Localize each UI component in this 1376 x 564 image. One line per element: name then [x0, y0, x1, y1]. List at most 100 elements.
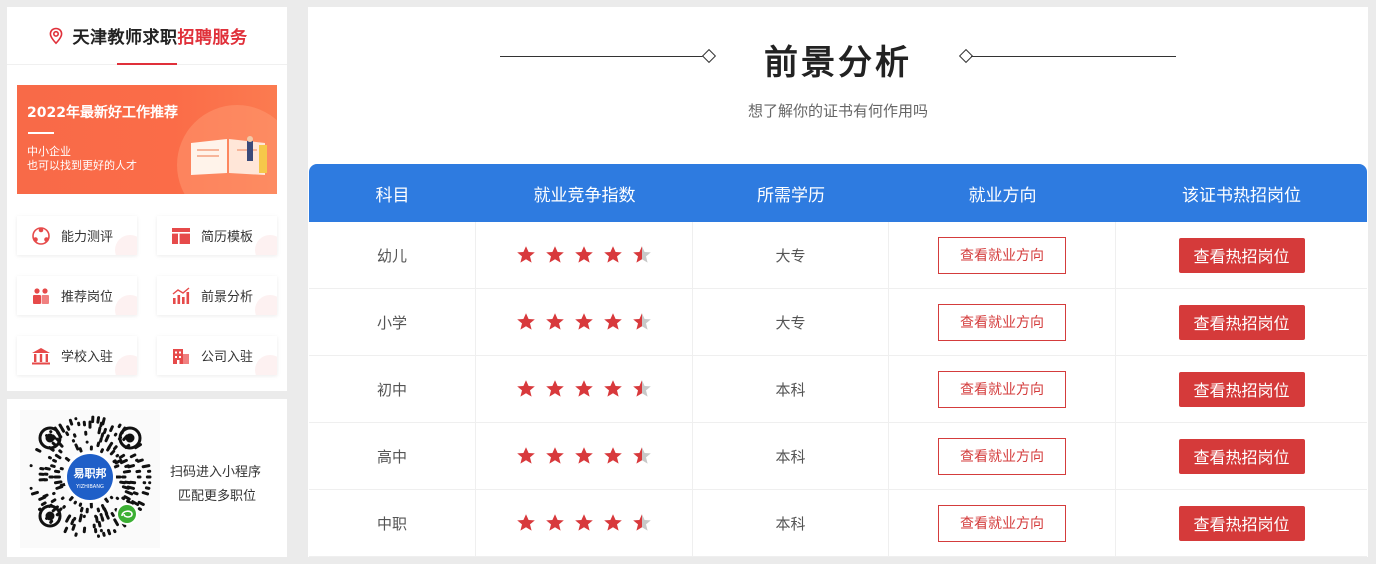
direction-cell: 查看就业方向 [889, 356, 1116, 422]
star-full-icon [604, 246, 622, 263]
miniprogram-qr-code[interactable]: 易职邦 YIZHIBANG [20, 410, 160, 548]
resume-template-label: 简历模板 [201, 230, 254, 245]
view-hot-jobs-button[interactable]: 查看热招岗位 [1178, 438, 1305, 474]
subject-cell: 高中 [309, 423, 476, 489]
education-cell: 大专 [693, 222, 889, 288]
education-text: 本科 [775, 447, 806, 466]
ability-test-label: 能力测评 [61, 230, 114, 245]
table-row: 中职 本科 查看就业方向 查看热招岗位 [309, 490, 1367, 557]
view-direction-button[interactable]: 查看就业方向 [938, 236, 1066, 274]
education-text: 大专 [775, 246, 806, 265]
prospect-analysis-section: 前景分析 想了解你的证书有何作用吗 科目 就业竞争指数 所需学历 就业方向 该证… [308, 7, 1368, 557]
hot-jobs-cell: 查看热招岗位 [1116, 356, 1367, 422]
view-hot-jobs-button[interactable]: 查看热招岗位 [1178, 237, 1305, 273]
star-rating [516, 513, 652, 533]
competition-index-cell [476, 289, 693, 355]
star-rating [516, 379, 652, 399]
star-full-icon [604, 380, 622, 397]
view-hot-jobs-button[interactable]: 查看热招岗位 [1178, 371, 1305, 407]
view-direction-button[interactable]: 查看就业方向 [938, 504, 1066, 542]
direction-cell: 查看就业方向 [889, 490, 1116, 556]
sidebar-card: 天津教师求职招聘服务 2022年最新好工作推荐 中小企业 也可以找到更好的人才 [7, 7, 287, 391]
subject-text: 高中 [376, 447, 407, 466]
title-underline [117, 63, 177, 65]
view-direction-button[interactable]: 查看就业方向 [938, 303, 1066, 341]
open-book-illustration-icon [191, 136, 267, 175]
location-pin-icon [49, 27, 62, 44]
prospect-analysis-label: 前景分析 [201, 290, 254, 305]
table-header: 科目 就业竞争指数 所需学历 就业方向 该证书热招岗位 [309, 164, 1367, 222]
recommend-job-button[interactable]: 推荐岗位 [17, 276, 137, 315]
education-cell: 本科 [693, 423, 889, 489]
banner-divider [28, 132, 54, 134]
table-row: 初中 本科 查看就业方向 查看热招岗位 [309, 356, 1367, 423]
star-full-icon [517, 313, 535, 330]
qr-logo-text: 易职邦 [74, 466, 107, 480]
star-full-icon [604, 313, 622, 330]
promo-banner[interactable]: 2022年最新好工作推荐 中小企业 也可以找到更好的人才 [17, 85, 277, 194]
qr-hint-line-2: 匹配更多职位 [178, 489, 257, 504]
qr-code-icon: 易职邦 YIZHIBANG [29, 415, 152, 538]
subject-cell: 中职 [309, 490, 476, 556]
header-subject: 科目 [375, 185, 410, 206]
hot-jobs-cell: 查看热招岗位 [1116, 222, 1367, 288]
star-half-icon [633, 514, 651, 531]
header-education: 所需学历 [757, 185, 825, 206]
star-full-icon [575, 380, 593, 397]
star-full-icon [517, 447, 535, 464]
star-full-icon [517, 246, 535, 263]
star-full-icon [604, 447, 622, 464]
view-direction-button[interactable]: 查看就业方向 [938, 370, 1066, 408]
miniprogram-card: 易职邦 YIZHIBANG 扫码进入小程序 匹配更多职位 [7, 399, 287, 557]
sidebar-title: 天津教师求职招聘服务 [72, 28, 248, 48]
education-text: 大专 [775, 313, 806, 332]
hot-jobs-cell: 查看热招岗位 [1116, 289, 1367, 355]
prospect-table: 科目 就业竞争指数 所需学历 就业方向 该证书热招岗位 幼儿 大专 查看就业方向… [309, 164, 1367, 557]
star-full-icon [517, 514, 535, 531]
star-rating [516, 446, 652, 466]
table-body: 幼儿 大专 查看就业方向 查看热招岗位 小学 大专 查看就业方向 查看热招岗位 … [309, 222, 1367, 557]
education-text: 本科 [775, 514, 806, 533]
school-join-button[interactable]: 学校入驻 [17, 336, 137, 375]
star-full-icon [575, 514, 593, 531]
star-full-icon [517, 380, 535, 397]
view-hot-jobs-button[interactable]: 查看热招岗位 [1178, 505, 1305, 541]
prospect-analysis-button[interactable]: 前景分析 [157, 276, 277, 315]
star-full-icon [604, 514, 622, 531]
star-full-icon [575, 447, 593, 464]
star-full-icon [546, 380, 564, 397]
subject-text: 幼儿 [376, 246, 407, 265]
table-row: 幼儿 大专 查看就业方向 查看热招岗位 [309, 222, 1367, 289]
competition-index-cell [476, 356, 693, 422]
star-half-icon [633, 246, 651, 263]
view-hot-jobs-button[interactable]: 查看热招岗位 [1178, 304, 1305, 340]
subject-cell: 幼儿 [309, 222, 476, 288]
header-direction: 就业方向 [968, 185, 1037, 206]
star-full-icon [546, 246, 564, 263]
subject-cell: 初中 [309, 356, 476, 422]
hot-jobs-cell: 查看热招岗位 [1116, 490, 1367, 556]
resume-template-button[interactable]: 简历模板 [157, 216, 277, 255]
resume-template-icon [172, 227, 190, 244]
table-row: 高中 本科 查看就业方向 查看热招岗位 [309, 423, 1367, 490]
ability-test-button[interactable]: 能力测评 [17, 216, 137, 255]
education-text: 本科 [775, 380, 806, 399]
section-subtitle: 想了解你的证书有何作用吗 [747, 102, 928, 120]
subject-cell: 小学 [309, 289, 476, 355]
direction-cell: 查看就业方向 [889, 289, 1116, 355]
banner-title: 2022年最新好工作推荐 [27, 105, 178, 121]
banner-subtitle-2: 也可以找到更好的人才 [27, 159, 137, 172]
ability-test-icon [32, 226, 50, 245]
hot-jobs-cell: 查看热招岗位 [1116, 423, 1367, 489]
school-join-label: 学校入驻 [61, 350, 114, 365]
title-line-right [971, 56, 1176, 57]
education-cell: 本科 [693, 356, 889, 422]
subject-text: 中职 [376, 514, 407, 533]
competition-index-cell [476, 423, 693, 489]
company-join-button[interactable]: 公司入驻 [157, 336, 277, 375]
qr-logo-subtext: YIZHIBANG [75, 484, 104, 490]
star-full-icon [575, 313, 593, 330]
education-cell: 大专 [693, 289, 889, 355]
subject-text: 初中 [376, 380, 407, 399]
view-direction-button[interactable]: 查看就业方向 [938, 437, 1066, 475]
